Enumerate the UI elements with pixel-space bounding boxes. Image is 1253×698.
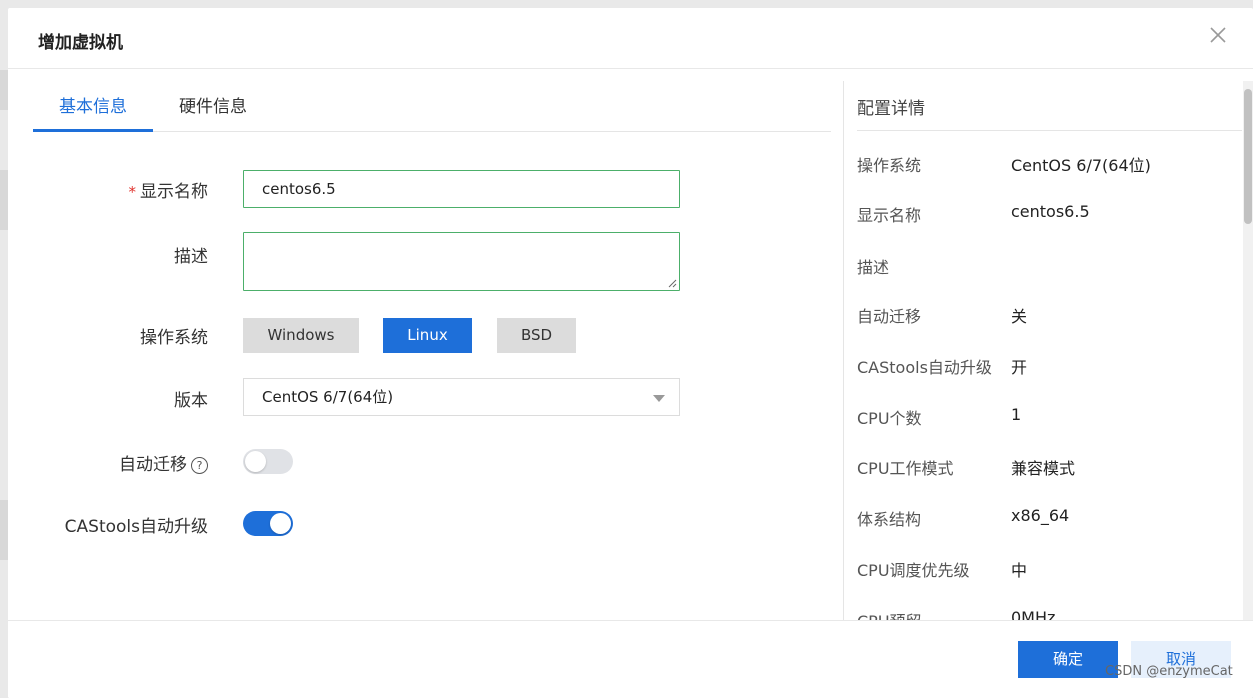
details-title: 配置详情	[857, 99, 925, 119]
toggle-knob	[270, 513, 291, 534]
os-label: 操作系统	[140, 328, 208, 348]
dialog-footer: 确定 取消	[8, 620, 1253, 698]
display-name-label: * 显示名称	[128, 182, 209, 202]
details-scrollbar[interactable]	[1243, 81, 1253, 621]
os-windows-button[interactable]: Windows	[243, 318, 359, 353]
description-label: 描述	[174, 247, 208, 267]
help-icon[interactable]: ?	[191, 457, 208, 474]
close-icon[interactable]	[1207, 24, 1229, 46]
display-name-input[interactable]: centos6.5	[243, 170, 680, 208]
os-bsd-button[interactable]: BSD	[497, 318, 576, 353]
castools-upgrade-label: CAStools自动升级	[64, 517, 208, 537]
tab-bar: 基本信息 硬件信息	[33, 84, 831, 132]
chevron-down-icon	[653, 395, 665, 402]
dialog-header: 增加虚拟机	[8, 8, 1253, 69]
tab-hardware-info[interactable]: 硬件信息	[163, 84, 263, 132]
required-mark: *	[128, 183, 137, 201]
add-vm-dialog: 增加虚拟机 基本信息 硬件信息 * 显示名称 centos6.5 描述 操作系统 …	[8, 8, 1253, 698]
version-select[interactable]: CentOS 6/7(64位)	[243, 378, 680, 416]
version-select-value: CentOS 6/7(64位)	[262, 388, 394, 406]
os-linux-button[interactable]: Linux	[383, 318, 472, 353]
description-textarea[interactable]	[243, 232, 680, 291]
castools-upgrade-toggle[interactable]	[243, 511, 293, 536]
config-details-panel: 配置详情 操作系统 CentOS 6/7(64位) 显示名称 centos6.5 描…	[843, 81, 1253, 621]
resize-grip-icon[interactable]	[667, 278, 677, 288]
auto-migrate-label: 自动迁移?	[119, 450, 208, 475]
version-label: 版本	[174, 391, 208, 411]
auto-migrate-toggle[interactable]	[243, 449, 293, 474]
scrollbar-thumb[interactable]	[1244, 89, 1252, 224]
tab-basic-info[interactable]: 基本信息	[33, 84, 153, 132]
confirm-button[interactable]: 确定	[1018, 641, 1118, 678]
toggle-knob	[245, 451, 266, 472]
watermark: CSDN @enzymeCat	[1105, 664, 1233, 679]
details-divider	[857, 130, 1242, 131]
dialog-title: 增加虚拟机	[38, 33, 123, 53]
